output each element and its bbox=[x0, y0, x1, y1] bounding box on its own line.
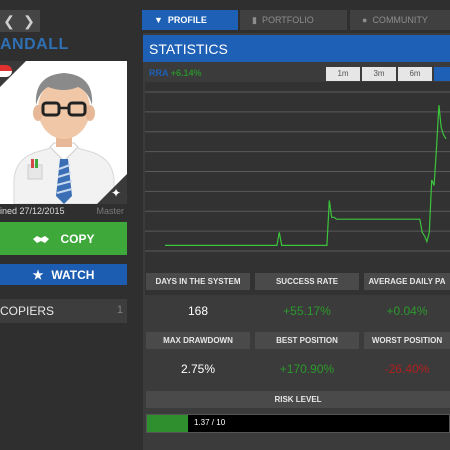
chart-legend: RRA +6.14% bbox=[149, 68, 201, 78]
tab-portfolio-label: PORTFOLIO bbox=[261, 15, 314, 25]
stat-worst-label: WORST POSITION bbox=[364, 332, 450, 349]
stat-success-value: +55.17% bbox=[283, 304, 331, 318]
tab-profile[interactable]: ▼ PROFILE bbox=[142, 10, 238, 30]
tab-profile-label: PROFILE bbox=[167, 15, 207, 25]
app-root: ❮ ❯ ANDALL ✦ ined 27/12/2015 Master COPY… bbox=[0, 0, 450, 450]
risk-level-fill bbox=[147, 415, 189, 432]
stat-days-value: 168 bbox=[187, 304, 209, 318]
performance-line bbox=[165, 105, 447, 246]
stat-avg-daily-label: AVERAGE DAILY PA bbox=[364, 273, 450, 290]
copy-button-label: COPY bbox=[60, 231, 95, 246]
tie-icon: ▼ bbox=[154, 15, 163, 25]
panel-title: STATISTICS bbox=[143, 35, 450, 62]
next-trader-button[interactable]: ❯ bbox=[18, 10, 40, 32]
trader-name: ANDALL bbox=[0, 36, 69, 53]
copiers-row[interactable]: COPIERS 1 bbox=[0, 299, 127, 323]
handshake-icon bbox=[33, 235, 50, 243]
stat-best-value: +170.90% bbox=[279, 362, 335, 376]
stat-best-label: BEST POSITION bbox=[255, 332, 359, 349]
watch-button[interactable]: ★ WATCH bbox=[0, 264, 127, 285]
prev-trader-button[interactable]: ❮ bbox=[0, 10, 20, 32]
chart-grid bbox=[145, 91, 450, 252]
bar-chart-icon: ▮ bbox=[252, 14, 257, 25]
joined-row: ined 27/12/2015 Master bbox=[0, 206, 127, 220]
stat-avg-daily-value: +0.04% bbox=[386, 304, 428, 318]
risk-level-label: RISK LEVEL bbox=[146, 391, 450, 408]
chevron-left-icon: ❮ bbox=[3, 13, 15, 29]
stat-drawdown-value: 2.75% bbox=[180, 362, 216, 376]
tab-community-label: COMMUNITY bbox=[372, 15, 428, 25]
statistics-panel: STATISTICS RRA +6.14% 1m 3m 6m DAYS IN T… bbox=[143, 33, 450, 450]
trader-level: Master bbox=[96, 206, 124, 216]
stat-drawdown-label: MAX DRAWDOWN bbox=[146, 332, 250, 349]
performance-chart bbox=[145, 82, 450, 295]
chevron-right-icon: ❯ bbox=[23, 13, 35, 29]
tab-community[interactable]: ● COMMUNITY bbox=[350, 10, 450, 30]
legend-value: +6.14% bbox=[170, 68, 202, 78]
range-1m-button[interactable]: 1m bbox=[326, 67, 360, 81]
range-all-button[interactable] bbox=[434, 67, 450, 81]
range-6m-button[interactable]: 6m bbox=[398, 67, 432, 81]
star-eye-icon: ★ bbox=[32, 267, 44, 282]
copy-button[interactable]: COPY bbox=[0, 222, 127, 255]
people-icon: ● bbox=[362, 15, 368, 25]
copiers-count: 1 bbox=[116, 304, 123, 316]
country-flag-icon bbox=[0, 65, 12, 77]
range-tabs: 1m 3m 6m bbox=[326, 67, 450, 81]
stat-success-label: SUCCESS RATE bbox=[255, 273, 359, 290]
watch-button-label: WATCH bbox=[51, 267, 95, 282]
stat-worst-value: -26.40% bbox=[384, 362, 430, 376]
stat-days-label: DAYS IN THE SYSTEM bbox=[146, 273, 250, 290]
risk-level-bar: 1.37 / 10 bbox=[146, 414, 450, 433]
joined-date: ined 27/12/2015 bbox=[0, 206, 65, 216]
avatar: ✦ bbox=[0, 61, 127, 204]
range-3m-button[interactable]: 3m bbox=[362, 67, 396, 81]
tab-portfolio[interactable]: ▮ PORTFOLIO bbox=[240, 10, 347, 30]
copiers-label: COPIERS bbox=[0, 304, 55, 318]
rank-badge-icon: ✦ bbox=[110, 186, 121, 200]
legend-prefix: RRA bbox=[149, 68, 169, 78]
risk-level-text: 1.37 / 10 bbox=[194, 418, 226, 427]
